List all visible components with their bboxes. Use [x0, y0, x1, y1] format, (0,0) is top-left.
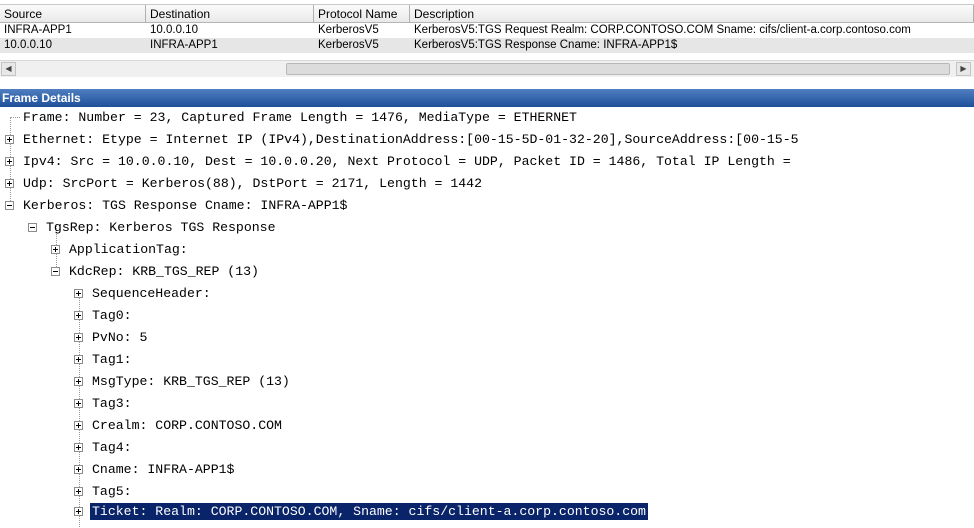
cell-description: KerberosV5:TGS Request Realm: CORP.CONTO… — [414, 24, 911, 36]
tree-node-label: Kerberos: TGS Response Cname: INFRA-APP1… — [23, 198, 348, 213]
expand-icon[interactable] — [74, 507, 83, 516]
expand-icon[interactable] — [74, 289, 83, 298]
table-row-selected[interactable]: 10.0.0.10 INFRA-APP1 KerberosV5 Kerberos… — [0, 38, 974, 53]
tree-node-label: Cname: INFRA-APP1$ — [92, 462, 235, 477]
expand-icon[interactable] — [74, 465, 83, 474]
horizontal-scrollbar[interactable]: ◀ ▶ — [0, 60, 974, 77]
tree-node-label: Tag5: — [92, 484, 132, 499]
tree-node-label: Ticket: Realm: CORP.CONTOSO.COM, Sname: … — [89, 502, 649, 521]
expand-icon[interactable] — [5, 179, 14, 188]
collapse-icon[interactable] — [5, 201, 14, 210]
tree-node-label: Udp: SrcPort = Kerberos(88), DstPort = 2… — [23, 176, 482, 191]
frame-summary-grid: Source Destination Protocol Name Descrip… — [0, 0, 974, 86]
tree-node-label: Tag0: — [92, 308, 132, 323]
tree-node-label: MsgType: KRB_TGS_REP (13) — [92, 374, 290, 389]
expand-icon[interactable] — [74, 487, 83, 496]
tree-node-label: Ethernet: Etype = Internet IP (IPv4),Des… — [23, 132, 799, 147]
tree-node-label: SequenceHeader: — [92, 286, 211, 301]
expand-icon[interactable] — [74, 333, 83, 342]
column-header-protocol-name[interactable]: Protocol Name — [314, 5, 410, 23]
expand-icon[interactable] — [5, 135, 14, 144]
tree-node-label: KdcRep: KRB_TGS_REP (13) — [69, 264, 259, 279]
scroll-right-icon[interactable]: ▶ — [956, 62, 971, 76]
collapse-icon[interactable] — [51, 267, 60, 276]
scroll-left-icon[interactable]: ◀ — [1, 62, 16, 76]
grid-header: Source Destination Protocol Name Descrip… — [0, 4, 974, 23]
cell-protocol: KerberosV5 — [318, 39, 379, 51]
cell-destination: INFRA-APP1 — [150, 39, 218, 51]
frame-details-title: Frame Details — [0, 89, 974, 107]
collapse-icon[interactable] — [28, 223, 37, 232]
tree-node-label: Tag4: — [92, 440, 132, 455]
expand-icon[interactable] — [51, 245, 60, 254]
column-header-source[interactable]: Source — [0, 5, 146, 23]
table-row[interactable]: INFRA-APP1 10.0.0.10 KerberosV5 Kerberos… — [0, 23, 974, 38]
tree-node-label: TgsRep: Kerberos TGS Response — [46, 220, 276, 235]
column-header-destination[interactable]: Destination — [146, 5, 314, 23]
scroll-thumb[interactable] — [286, 63, 950, 75]
tree-node-label: Tag1: — [92, 352, 132, 367]
expand-icon[interactable] — [74, 377, 83, 386]
tree-connector — [10, 117, 20, 118]
column-header-description[interactable]: Description — [410, 5, 974, 23]
tree-node-label: Ipv4: Src = 10.0.0.10, Dest = 10.0.0.20,… — [23, 154, 791, 169]
cell-destination: 10.0.0.10 — [150, 24, 198, 36]
expand-icon[interactable] — [5, 157, 14, 166]
tree-node-label: Crealm: CORP.CONTOSO.COM — [92, 418, 282, 433]
expand-icon[interactable] — [74, 311, 83, 320]
tree-node-label: PvNo: 5 — [92, 330, 148, 345]
cell-description: KerberosV5:TGS Response Cname: INFRA-APP… — [414, 39, 678, 51]
expand-icon[interactable] — [74, 355, 83, 364]
cell-protocol: KerberosV5 — [318, 24, 379, 36]
tree-node-label: Frame: Number = 23, Captured Frame Lengt… — [23, 110, 577, 125]
cell-source: INFRA-APP1 — [4, 24, 72, 36]
expand-icon[interactable] — [74, 399, 83, 408]
frame-details-tree: Frame: Number = 23, Captured Frame Lengt… — [0, 107, 974, 528]
cell-source: 10.0.0.10 — [4, 39, 52, 51]
tree-node-label: Tag3: — [92, 396, 132, 411]
expand-icon[interactable] — [74, 443, 83, 452]
tree-node-label: ApplicationTag: — [69, 242, 188, 257]
expand-icon[interactable] — [74, 421, 83, 430]
